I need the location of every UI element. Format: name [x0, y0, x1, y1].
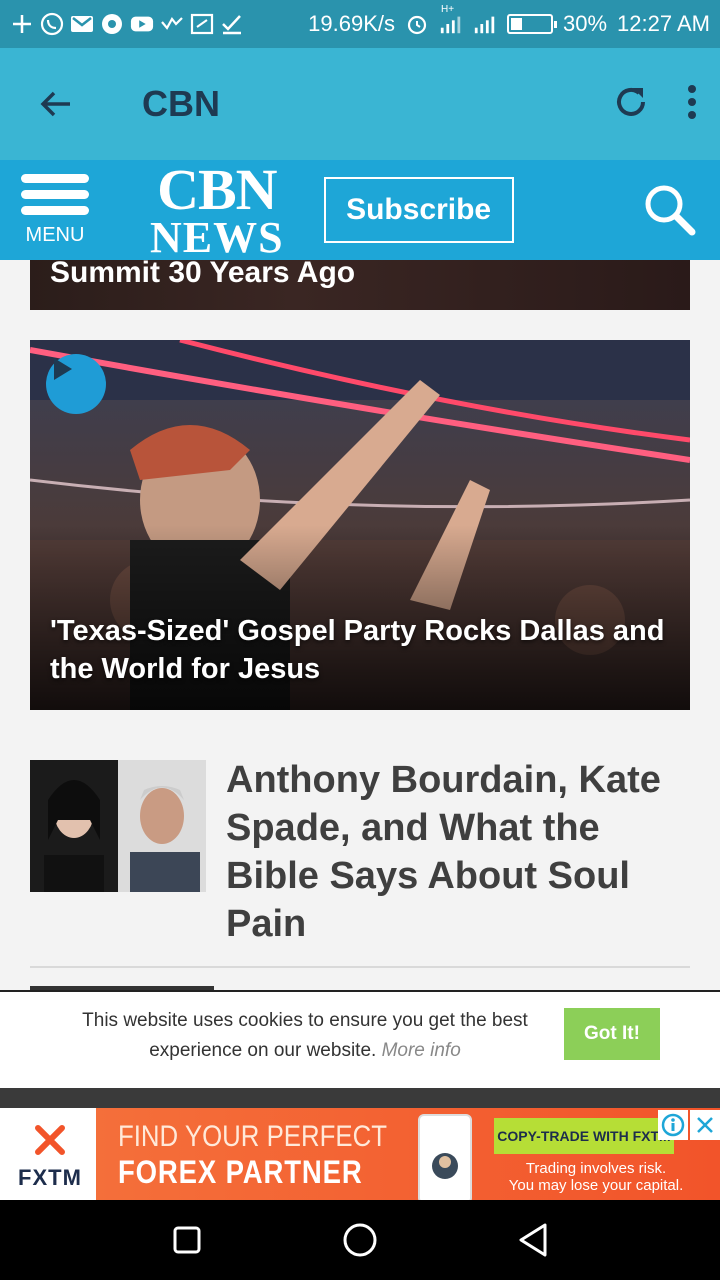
notification-icons [10, 12, 244, 36]
arrow-left-icon [40, 91, 70, 117]
screenshot-icon [190, 12, 214, 36]
triangle-back-icon [519, 1223, 547, 1257]
system-nav-bar [0, 1200, 720, 1280]
refresh-icon [617, 87, 645, 116]
more-vert-icon [688, 84, 696, 119]
article-title: 'Texas-Sized' Gospel Party Rocks Dallas … [50, 615, 665, 685]
cookie-text: This website uses cookies to ensure you … [82, 1010, 528, 1061]
check-wave-icon [160, 12, 184, 36]
article-card-featured[interactable]: 'Texas-Sized' Gospel Party Rocks Dallas … [30, 340, 690, 710]
phone-image [418, 1114, 472, 1200]
fxtm-logo-icon [35, 1125, 65, 1155]
plus-icon [10, 12, 34, 36]
more-info-link[interactable]: More info [382, 1040, 461, 1061]
network-speed: 19.69K/s [308, 11, 395, 36]
app-bar: CBN [0, 48, 720, 160]
square-icon [173, 1226, 201, 1254]
article-thumbnail [30, 760, 206, 892]
article-card-partial[interactable]: Summit 30 Years Ago [30, 260, 690, 310]
chrome-icon [100, 12, 124, 36]
gmail-icon [70, 12, 94, 36]
battery-icon [507, 14, 557, 34]
divider [0, 1088, 720, 1108]
site-header: MENU CBN NEWS Subscribe [0, 160, 720, 260]
refresh-button[interactable] [612, 83, 650, 126]
play-video-button[interactable] [46, 354, 106, 414]
menu-label: MENU [25, 223, 85, 246]
search-button[interactable] [640, 180, 700, 240]
circle-icon [343, 1223, 377, 1257]
menu-button[interactable]: MENU [20, 173, 90, 247]
app-title: CBN [142, 83, 220, 124]
ad-headline-bold: FOREX PARTNER [118, 1154, 363, 1190]
ad-cta-button[interactable]: COPY-TRADE WITH FXTM [494, 1118, 674, 1154]
subscribe-button[interactable]: Subscribe [323, 177, 514, 243]
ad-headline: FIND YOUR PERFECT [118, 1120, 388, 1153]
close-icon [697, 1117, 713, 1133]
cbn-news-logo[interactable]: CBN NEWS [150, 160, 284, 259]
youtube-icon [130, 12, 154, 36]
article-title: Anthony Bourdain, Kate Spade, and What t… [226, 759, 661, 945]
ad-banner[interactable]: FXTM FIND YOUR PERFECT FOREX PARTNER COP… [0, 1108, 720, 1200]
search-icon [645, 185, 696, 236]
got-it-button[interactable]: Got It! [564, 1008, 660, 1060]
home-button[interactable] [330, 1210, 390, 1270]
recent-apps-button[interactable] [157, 1210, 217, 1270]
fxtm-logo: FXTM [10, 1122, 90, 1191]
back-nav-button[interactable] [503, 1210, 563, 1270]
clock: 12:27 AM [617, 11, 710, 36]
network-type-label: H+ [441, 4, 455, 15]
signal-icon [473, 12, 497, 36]
info-icon [661, 1113, 685, 1137]
alarm-icon [405, 12, 429, 36]
article-list-item[interactable]: Anthony Bourdain, Kate Spade, and What t… [30, 759, 690, 968]
back-button[interactable] [28, 76, 84, 132]
signal-hplus-icon: H+ [439, 4, 463, 36]
overflow-menu-button[interactable] [686, 83, 698, 126]
whatsapp-icon [40, 12, 64, 36]
ad-info-button[interactable] [658, 1110, 688, 1140]
play-icon [54, 358, 72, 380]
battery-level-fill [511, 18, 523, 30]
checkmark-icon [220, 12, 244, 36]
ad-disclaimer: Trading involves risk. You may lose your… [508, 1160, 684, 1194]
hamburger-icon [21, 173, 89, 183]
battery-percent: 30% [563, 11, 608, 36]
status-bar: 19.69K/s H+ 30% 12:27 AM [0, 0, 720, 48]
ad-close-button[interactable] [690, 1110, 720, 1140]
cookie-banner: This website uses cookies to ensure you … [0, 990, 720, 1088]
article-title: Summit 30 Years Ago [50, 260, 356, 289]
